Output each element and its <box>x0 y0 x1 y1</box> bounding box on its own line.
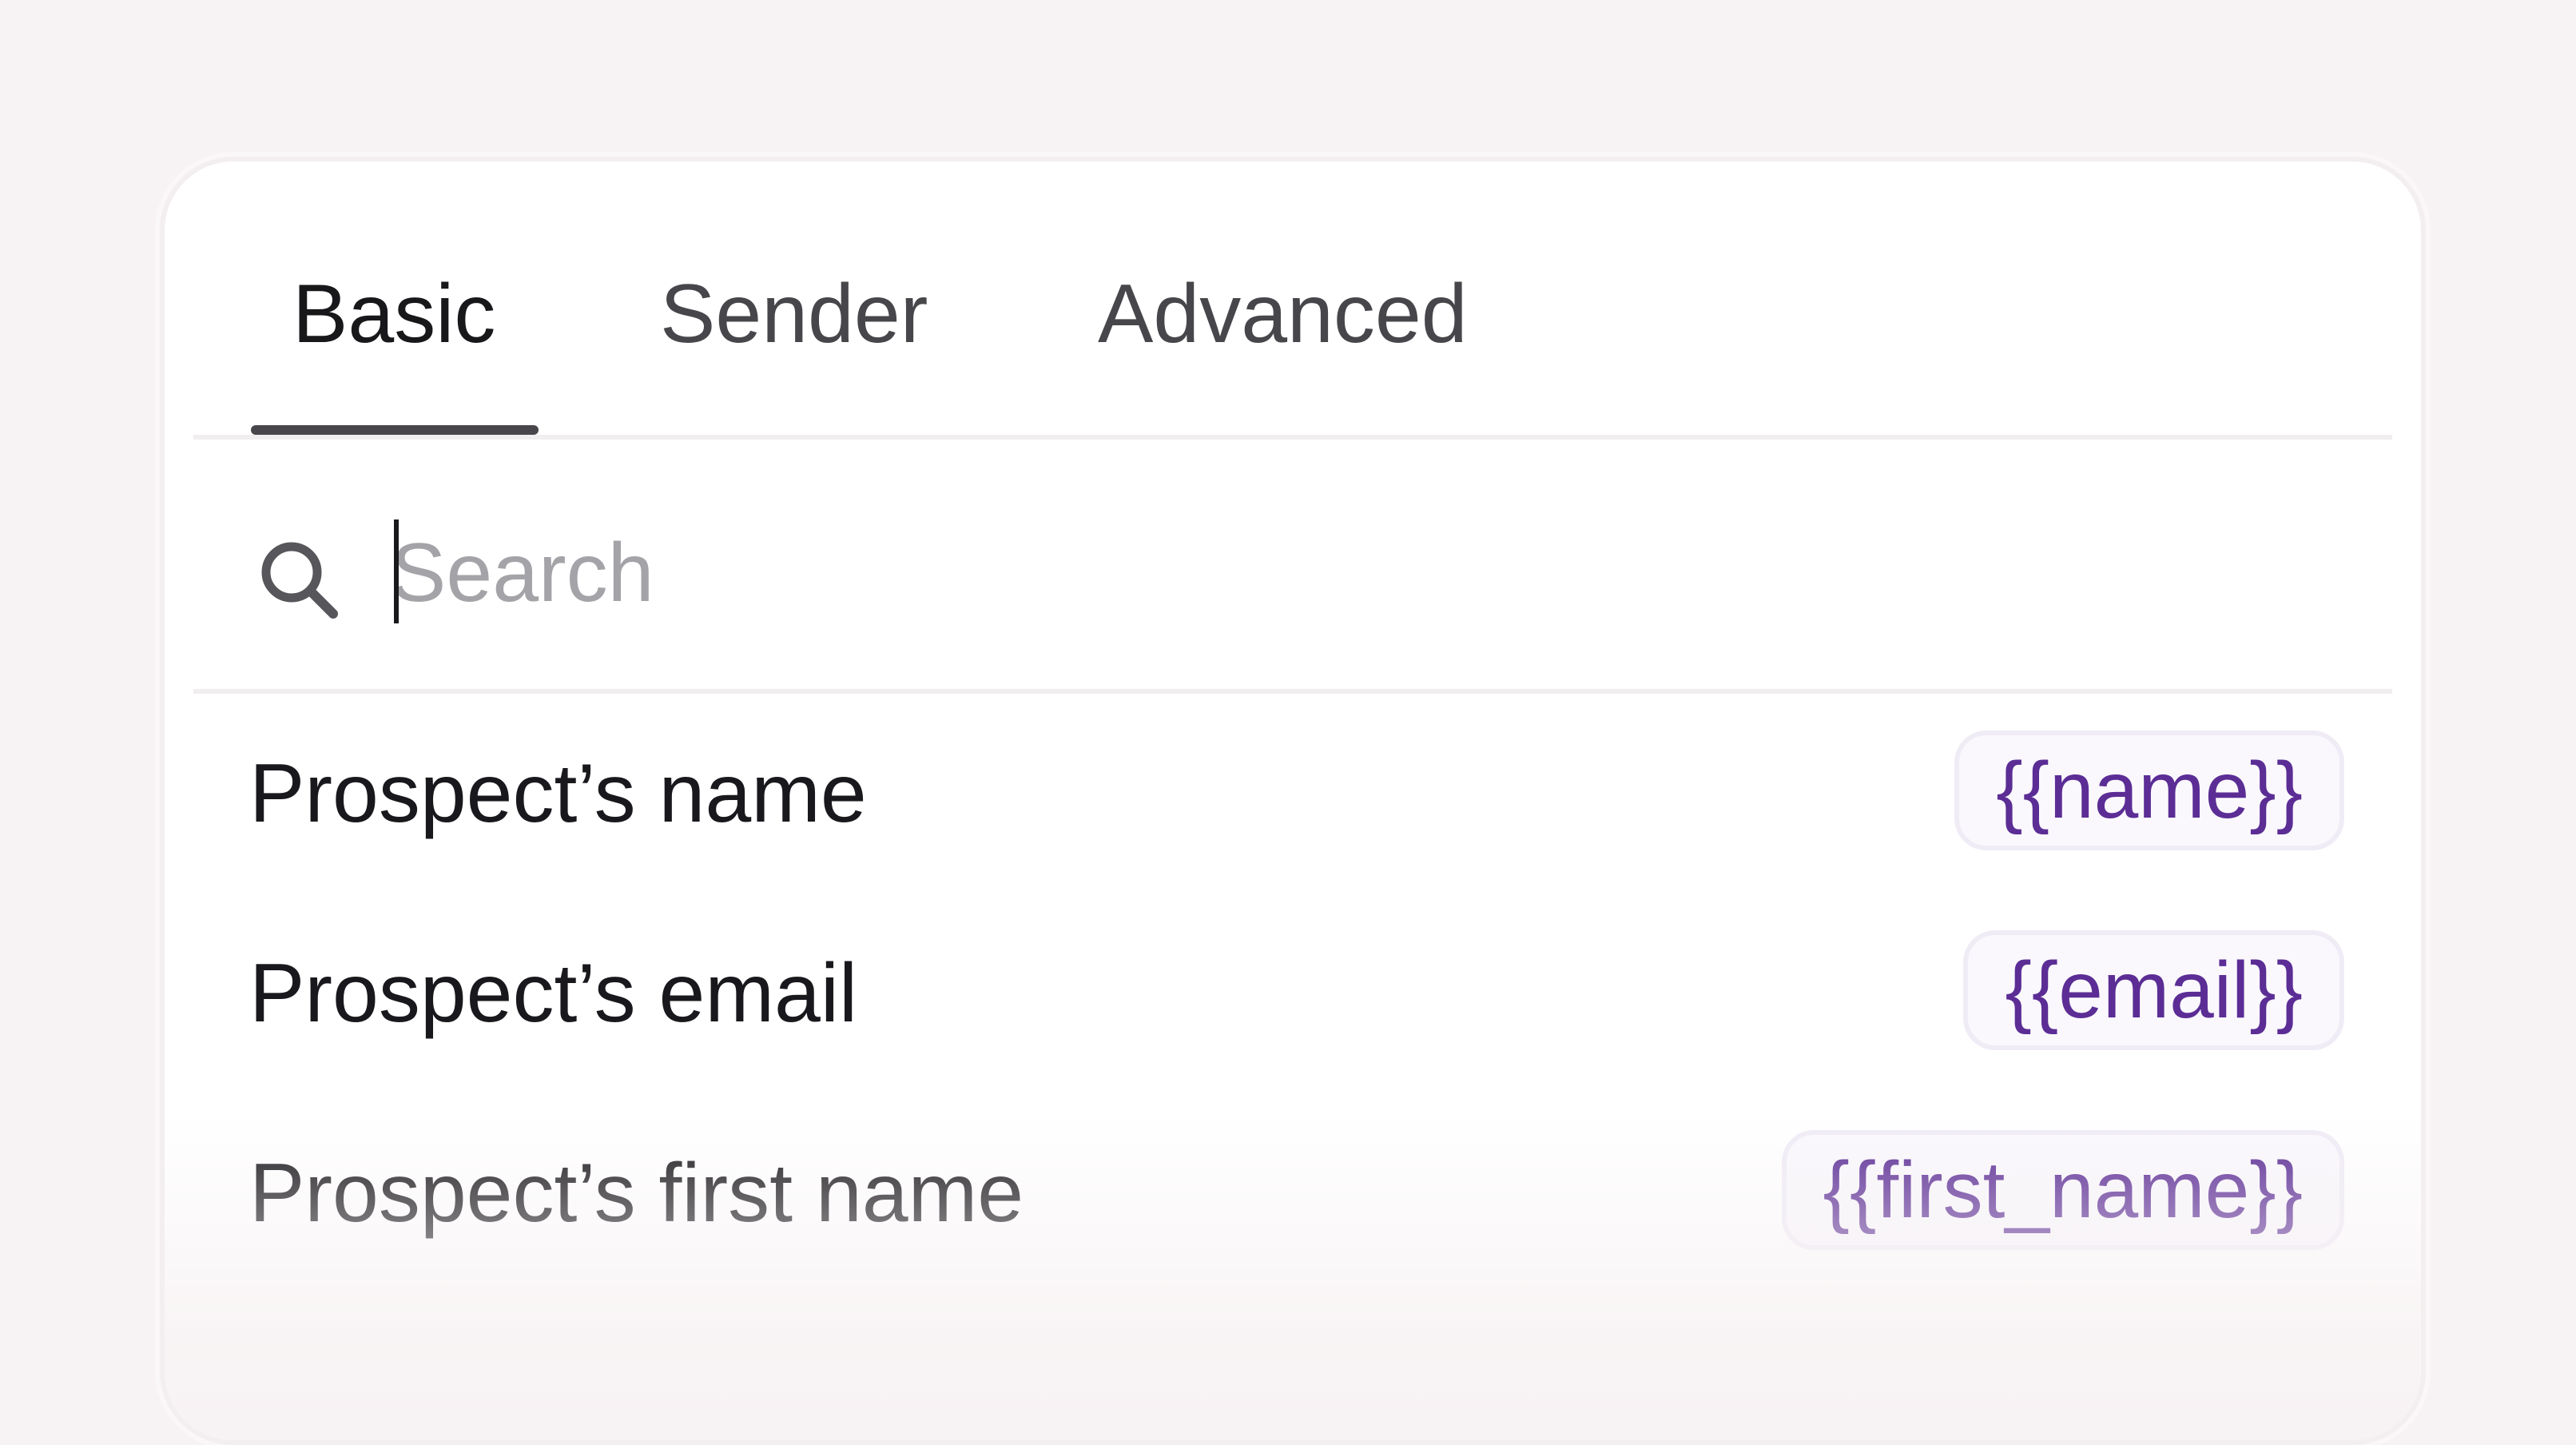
variable-label: Prospect’s email <box>249 947 858 1040</box>
tab-bar: Basic Sender Advanced <box>165 161 2421 438</box>
search-icon <box>256 537 344 625</box>
variable-list: Prospect’s name {{name}} Prospect’s emai… <box>165 694 2421 1413</box>
text-cursor <box>394 519 399 623</box>
active-tab-indicator <box>251 425 539 435</box>
variables-panel: Basic Sender Advanced Prospect’s name {{… <box>160 157 2426 1445</box>
variable-token[interactable]: {{first_name}} <box>1781 1130 2344 1250</box>
tab-basic[interactable]: Basic <box>292 262 495 366</box>
tab-sender[interactable]: Sender <box>660 262 928 366</box>
tab-advanced[interactable]: Advanced <box>1098 262 1468 366</box>
variable-label: Prospect’s name <box>249 747 867 840</box>
search-input[interactable] <box>391 513 2228 633</box>
variable-token[interactable]: {{email}} <box>1963 930 2344 1050</box>
list-item[interactable]: Prospect’s email {{email}} <box>165 894 2421 1093</box>
variable-label: Prospect’s first name <box>249 1147 1024 1240</box>
list-item[interactable]: Prospect’s name {{name}} <box>165 694 2421 894</box>
variable-token[interactable]: {{name}} <box>1954 730 2344 850</box>
list-item[interactable]: Prospect’s first name {{first_name}} <box>165 1093 2421 1293</box>
